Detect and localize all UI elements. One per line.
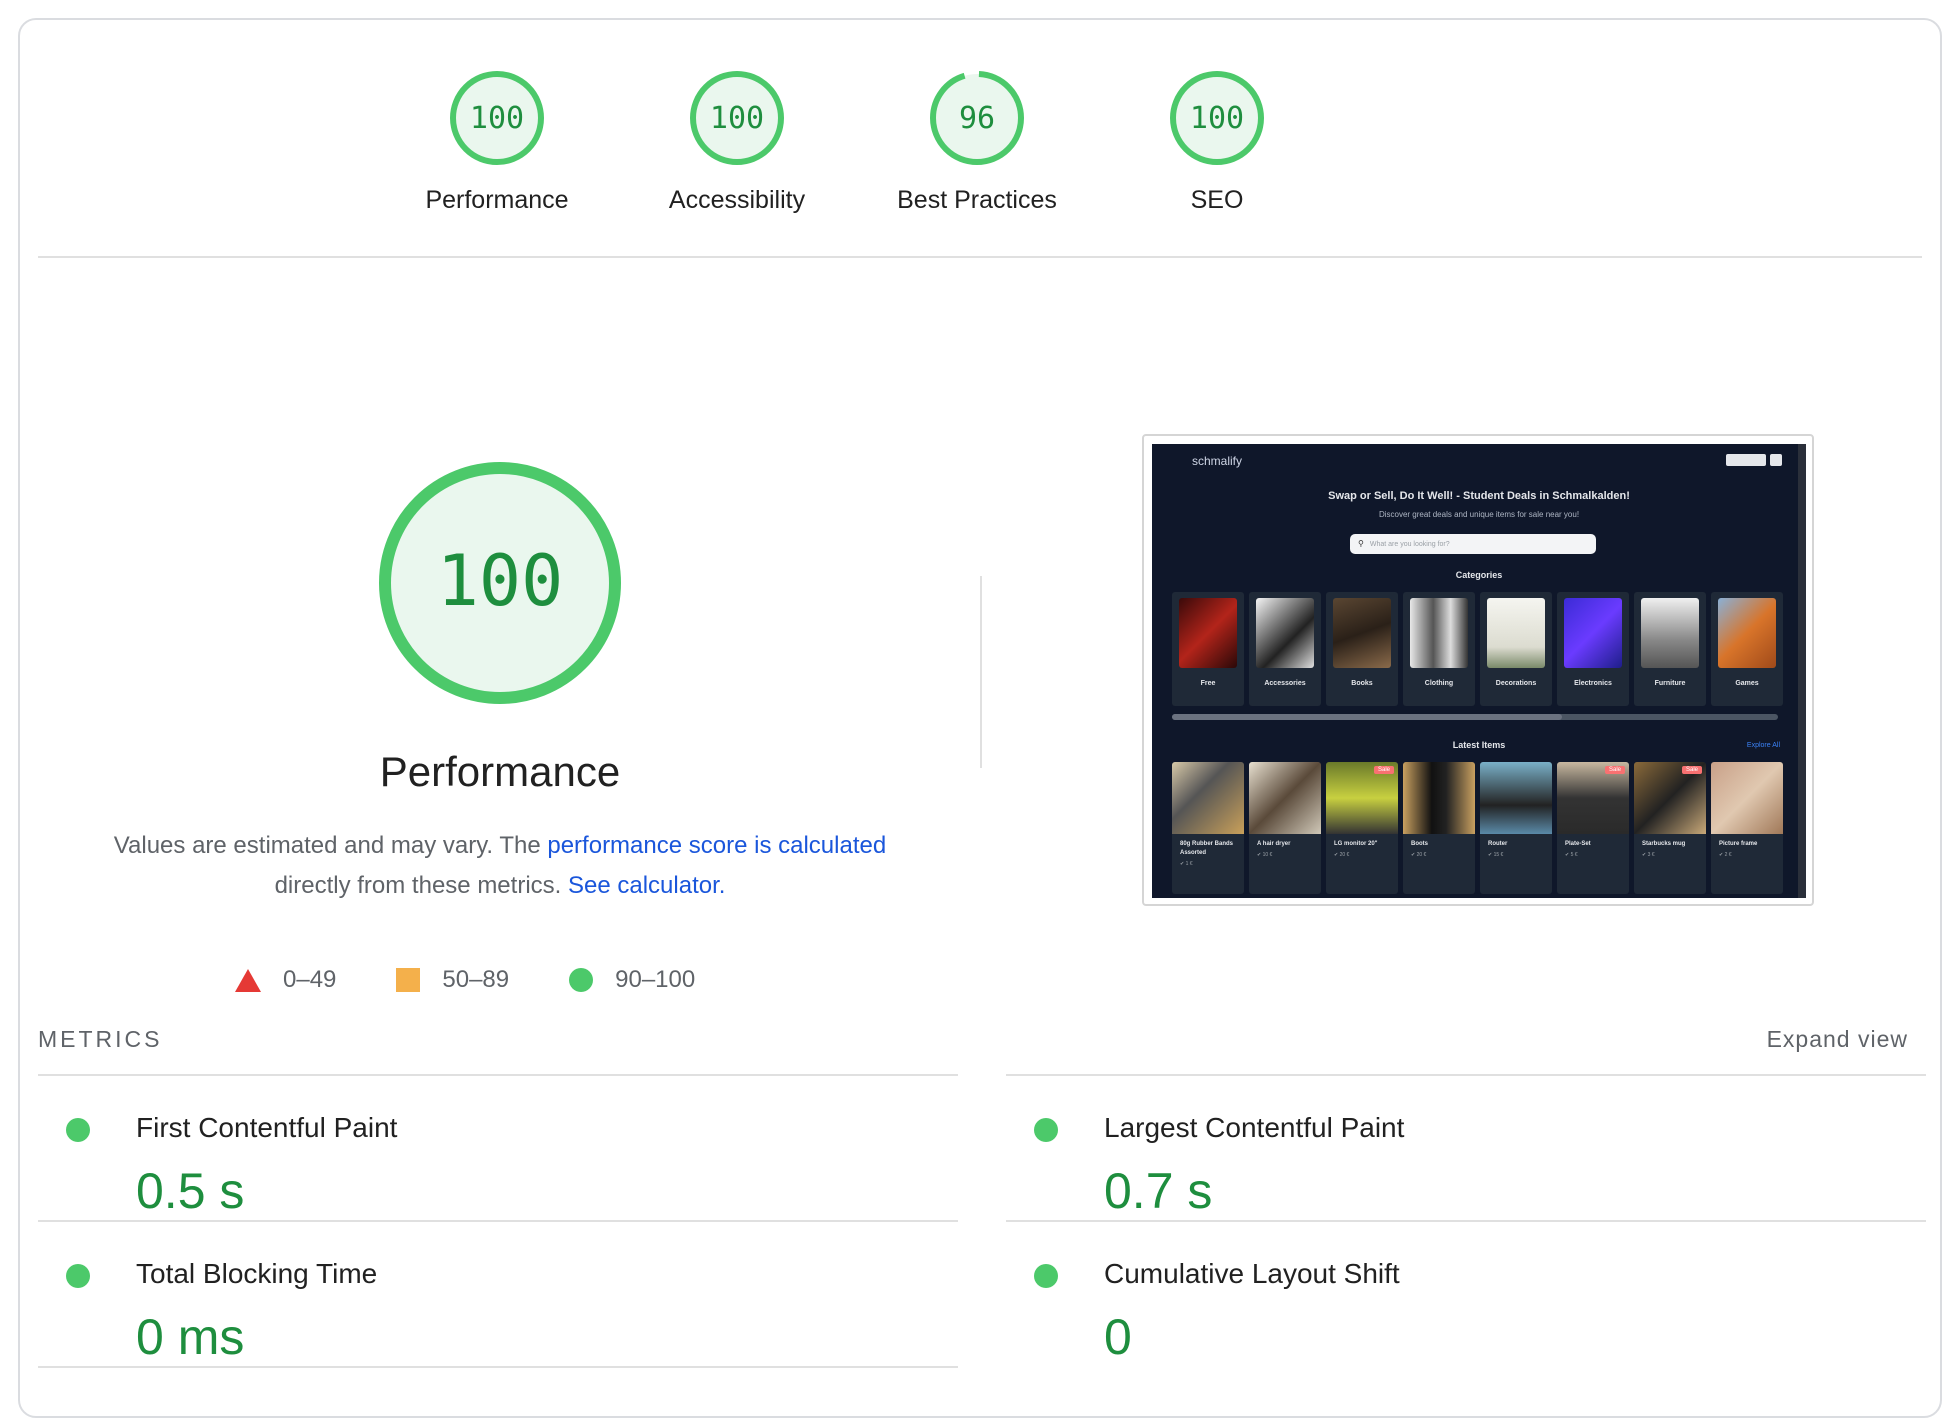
- performance-description: Values are estimated and may vary. The p…: [80, 826, 920, 906]
- category-card: Accessories: [1249, 592, 1321, 706]
- performance-gauge: 100: [379, 462, 621, 704]
- search-placeholder: What are you looking for?: [1369, 541, 1450, 548]
- score-gauges: 100 Performance 100 Accessibility 96 Bes…: [20, 68, 1940, 268]
- site-header-buttons: [1722, 454, 1782, 466]
- performance-score: 100: [437, 540, 563, 622]
- explore-all-link: Explore All: [1746, 742, 1780, 749]
- gauge-score: 100: [1190, 101, 1244, 136]
- gauge-score: 100: [710, 101, 764, 136]
- score-legend: 0–49 50–89 90–100: [235, 960, 755, 1000]
- gauge-label: Performance: [425, 186, 569, 214]
- vertical-divider: [980, 576, 982, 768]
- gauge-seo[interactable]: 100 SEO: [1117, 68, 1317, 215]
- gauge-score: 100: [470, 101, 524, 136]
- metric-divider: [38, 1074, 958, 1076]
- expand-view-toggle[interactable]: Expand view: [1767, 1026, 1908, 1053]
- see-calculator-link[interactable]: See calculator.: [568, 872, 725, 899]
- site-headline: Swap or Sell, Do It Well! - Student Deal…: [1328, 490, 1630, 502]
- gauge-best-practices[interactable]: 96 Best Practices: [877, 68, 1077, 215]
- metric-divider: [38, 1366, 958, 1368]
- gauge-label: SEO: [1190, 186, 1244, 214]
- legend-fail: 0–49: [235, 966, 336, 994]
- pass-circle-icon: [1034, 1118, 1058, 1142]
- pass-circle-icon: [1034, 1264, 1058, 1288]
- gauge-label: Best Practices: [897, 186, 1057, 214]
- item-card: 80g Rubber Bands Assorted ✔ 1 €: [1172, 762, 1244, 894]
- score-calculated-link[interactable]: performance score is calculated: [547, 832, 886, 859]
- item-card: Sale LG monitor 20" ✔ 20 €: [1326, 762, 1398, 894]
- desc-text: Values are estimated and may vary. The: [113, 832, 541, 859]
- item-card: Sale Starbucks mug ✔ 3 €: [1634, 762, 1706, 894]
- desc-text: directly from these metrics.: [274, 872, 562, 899]
- metric-value: 0.7 s: [1104, 1163, 1213, 1219]
- gauge-performance[interactable]: 100 Performance: [397, 68, 597, 215]
- pass-circle-icon: [66, 1118, 90, 1142]
- legend-pass: 90–100: [569, 966, 695, 994]
- header-divider: [38, 256, 1922, 258]
- metric-divider: [1006, 1074, 1926, 1076]
- site-subheadline: Discover great deals and unique items fo…: [1378, 510, 1580, 519]
- screenshot-image: schmalify Swap or Sell, Do It Well! - St…: [1152, 444, 1806, 898]
- triangle-icon: [235, 968, 261, 992]
- gauge-ring: 100: [1170, 71, 1264, 165]
- search-icon: ⚲: [1358, 539, 1364, 548]
- metrics-header: METRICS: [38, 1026, 163, 1052]
- item-card: A hair dryer ✔ 10 €: [1249, 762, 1321, 894]
- latest-title: Latest Items: [1452, 740, 1506, 750]
- gauge-accessibility[interactable]: 100 Accessibility: [637, 68, 837, 215]
- metric-name: First Contentful Paint: [136, 1112, 398, 1143]
- legend-label: 50–89: [442, 966, 510, 993]
- category-list: Free Accessories Books Clothing Decorati…: [1172, 592, 1788, 706]
- metric-name: Largest Contentful Paint: [1104, 1112, 1405, 1143]
- category-scrollbar: [1172, 714, 1778, 720]
- gauge-score: 96: [959, 101, 995, 136]
- category-card: Free: [1172, 592, 1244, 706]
- report-card: 100 Performance 100 Accessibility 96 Bes…: [18, 18, 1942, 1418]
- metric-value: 0: [1104, 1309, 1132, 1365]
- performance-summary: 100 Performance Values are estimated and…: [80, 460, 920, 906]
- item-card: Sale Plate-Set ✔ 5 €: [1557, 762, 1629, 894]
- categories-title: Categories: [1455, 570, 1503, 580]
- legend-average: 50–89: [396, 966, 509, 994]
- metric-value: 0 ms: [136, 1309, 245, 1365]
- gauge-label: Accessibility: [668, 186, 806, 214]
- category-card: Furniture: [1634, 592, 1706, 706]
- category-card: Decorations: [1480, 592, 1552, 706]
- circle-icon: [569, 968, 594, 992]
- category-card: Electronics: [1557, 592, 1629, 706]
- metric-name: Total Blocking Time: [136, 1258, 378, 1289]
- category-card: Clothing: [1403, 592, 1475, 706]
- performance-title: Performance: [379, 748, 621, 795]
- category-card: Books: [1326, 592, 1398, 706]
- metric-name: Cumulative Layout Shift: [1104, 1258, 1400, 1289]
- gauge-ring: 100: [450, 71, 544, 165]
- item-card: Picture frame ✔ 2 €: [1711, 762, 1783, 894]
- gauge-ring: 100: [690, 71, 784, 165]
- item-card: Router ✔ 15 €: [1480, 762, 1552, 894]
- legend-label: 0–49: [283, 966, 337, 993]
- site-logo: schmalify: [1192, 454, 1243, 468]
- legend-label: 90–100: [615, 966, 696, 993]
- metric-divider: [1006, 1220, 1926, 1222]
- site-search: ⚲ What are you looking for?: [1350, 534, 1596, 554]
- pass-circle-icon: [66, 1264, 90, 1288]
- gauge-ring: 96: [930, 71, 1024, 165]
- sell-button-thumb: [1726, 454, 1766, 466]
- item-card: Boots ✔ 20 €: [1403, 762, 1475, 894]
- category-card: Games: [1711, 592, 1783, 706]
- metric-divider: [38, 1220, 958, 1222]
- menu-icon: [1770, 454, 1782, 466]
- metric-value: 0.5 s: [136, 1163, 245, 1219]
- final-screenshot[interactable]: schmalify Swap or Sell, Do It Well! - St…: [1142, 434, 1814, 906]
- latest-items: 80g Rubber Bands Assorted ✔ 1 € A hair dr…: [1172, 762, 1788, 894]
- square-icon: [396, 968, 421, 992]
